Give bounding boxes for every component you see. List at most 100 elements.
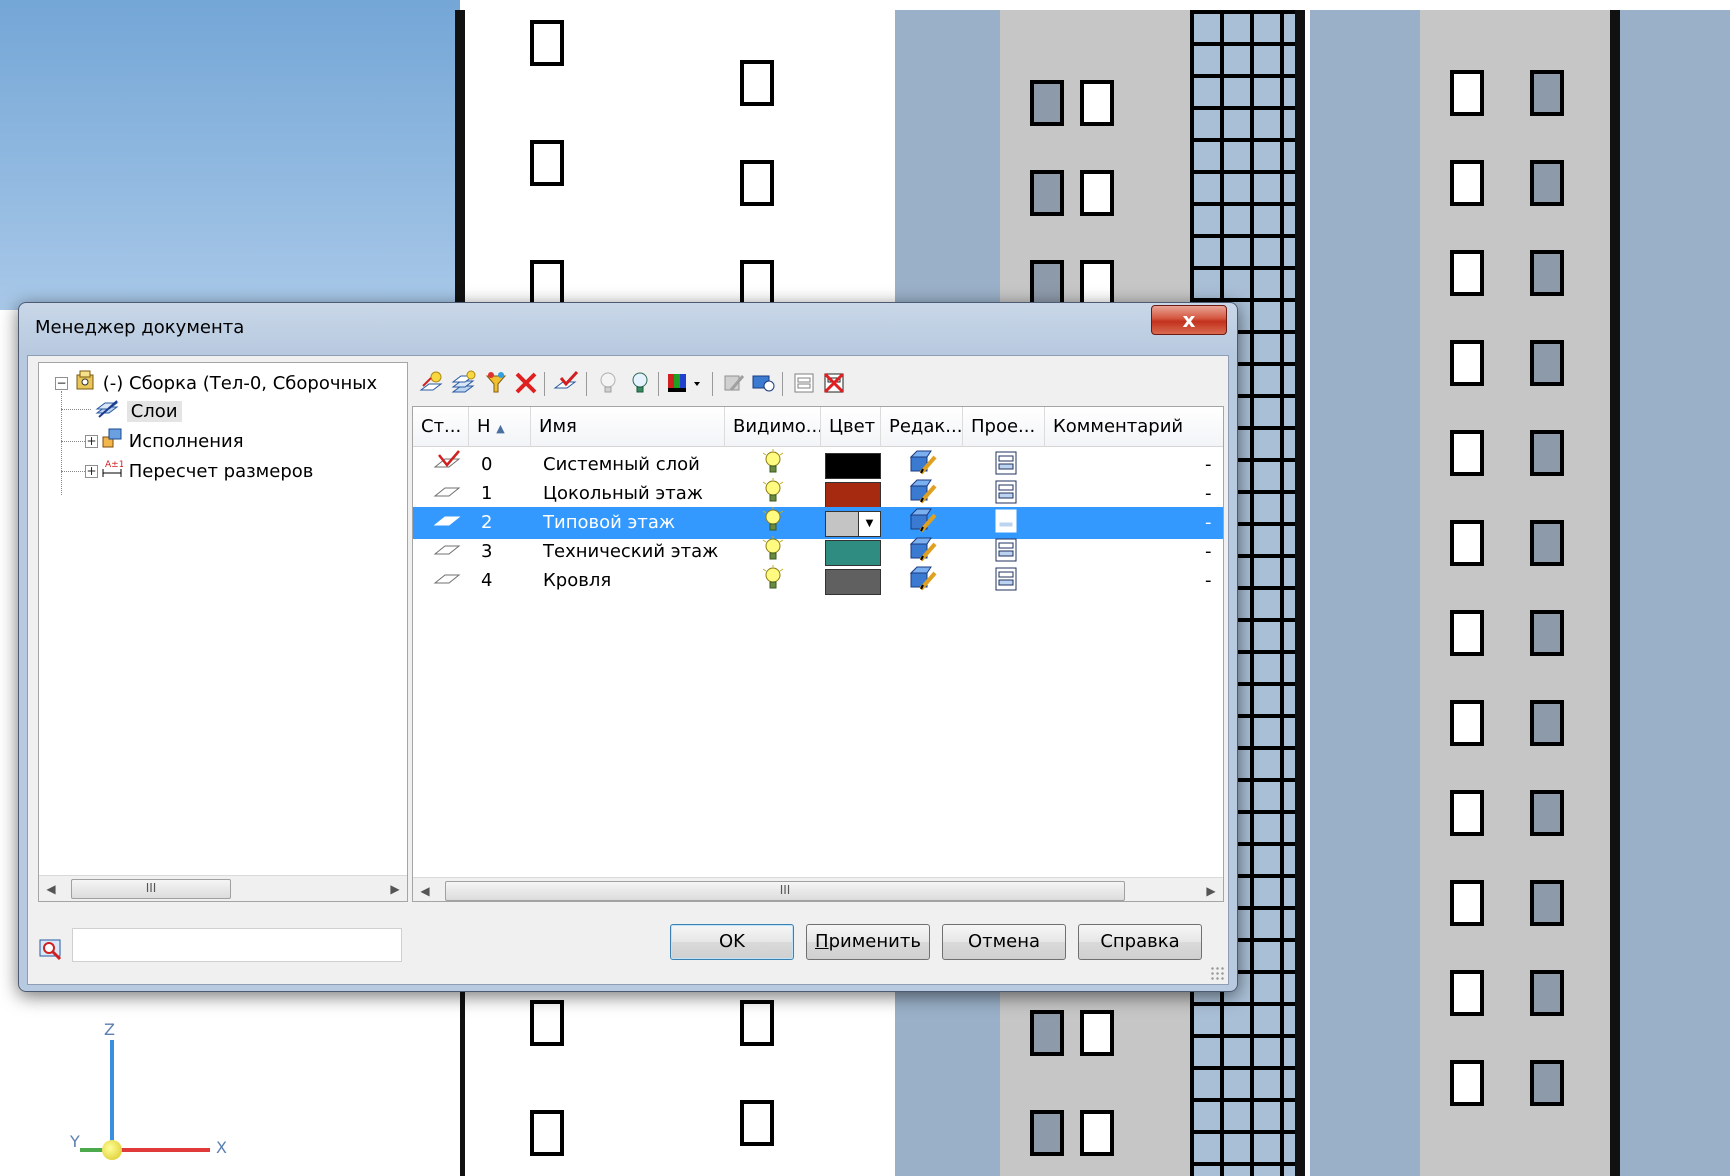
editable-icon[interactable] [909,478,937,510]
printable-icon[interactable] [993,507,1019,539]
new-layers-button[interactable] [450,370,478,398]
cancel-button[interactable]: Отмена [942,924,1066,960]
layer-name[interactable]: Системный слой [543,449,700,481]
scroll-left-icon[interactable]: ◀ [413,878,437,901]
executions-icon [101,427,123,457]
table-row[interactable]: 0 Системный слой - [413,449,1223,481]
col-name[interactable]: Имя [531,407,725,447]
set-current-icon [553,370,579,389]
filter-icon [485,372,507,393]
color-dropdown-button[interactable] [666,370,706,398]
tree-hscrollbar[interactable]: ◀ III ▶ [39,875,407,901]
hide-layer-button[interactable] [594,370,622,398]
layer-color-swatch[interactable] [825,540,881,566]
scroll-right-icon[interactable]: ▶ [383,876,407,901]
layers-table[interactable]: Ст... Н ▲ Имя Видимо... Цвет Редак... Пр… [412,406,1224,902]
layer-color-swatch[interactable] [825,482,881,508]
filter-button[interactable] [482,370,510,398]
printable-icon[interactable] [993,449,1019,481]
visibility-bulb-icon[interactable] [761,478,785,510]
col-status[interactable]: Ст... [413,407,469,447]
layer-status-icon[interactable] [433,536,463,568]
table-row[interactable]: 4 Кровля - [413,565,1223,597]
tree-expand-toggle[interactable]: + [85,465,98,478]
set-current-layer-button[interactable] [552,370,580,398]
tree-root[interactable]: (-) Сборка (Тел-0, Сборочных [75,369,377,395]
scroll-right-icon[interactable]: ▶ [1199,878,1223,901]
visibility-bulb-icon[interactable] [761,565,785,597]
document-tree[interactable]: − (-) Сборка (Тел-0, Сборочных Слои + Ис… [38,362,408,902]
scroll-thumb[interactable]: III [445,881,1125,901]
visibility-bulb-icon[interactable] [761,536,785,568]
print-on-button[interactable] [790,370,818,398]
tree-collapse-toggle[interactable]: − [55,377,68,390]
tree-item-layers[interactable]: Слои [93,397,182,423]
close-button[interactable]: x [1151,305,1227,335]
printable-icon[interactable] [993,536,1019,568]
building-edge [1295,10,1305,1176]
col-printable[interactable]: Прое... [963,407,1045,447]
layers-panel: Ст... Н ▲ Имя Видимо... Цвет Редак... Пр… [412,362,1224,902]
visibility-bulb-icon[interactable] [761,507,785,539]
layer-number: 4 [481,570,493,591]
col-number[interactable]: Н ▲ [469,407,531,447]
layer-status-icon[interactable] [433,478,463,510]
edit-on-icon [752,375,775,392]
scroll-left-icon[interactable]: ◀ [39,876,63,901]
building-wing-glass [1310,10,1430,1176]
col-visibility[interactable]: Видимо... [725,407,821,447]
close-icon: x [1182,308,1196,332]
edit-on-button[interactable] [750,370,778,398]
new-layer-button[interactable] [418,370,446,398]
table-row[interactable]: 1 Цокольный этаж - [413,478,1223,510]
tree-item-label: Пересчет размеров [128,461,314,482]
show-layer-button[interactable] [626,370,654,398]
layer-status-icon[interactable] [433,565,463,597]
layer-color-swatch[interactable] [825,453,881,479]
search-input[interactable] [72,928,402,962]
new-layer-icon [419,371,443,391]
resize-grip-icon[interactable] [1210,966,1224,980]
chevron-down-icon[interactable]: ▼ [858,512,880,536]
dialog-titlebar[interactable]: Менеджер документа x [19,303,1237,351]
layer-comment: - [1205,454,1212,475]
tree-expand-toggle[interactable]: + [85,435,98,448]
color-dropdown[interactable]: ▼ [825,511,881,537]
table-row[interactable]: 3 Технический этаж - [413,536,1223,568]
visibility-bulb-icon[interactable] [761,449,785,481]
col-color[interactable]: Цвет [821,407,881,447]
editable-icon[interactable] [909,536,937,568]
editable-icon[interactable] [909,449,937,481]
editable-icon[interactable] [909,565,937,597]
delete-layer-button[interactable] [512,370,540,398]
layer-color-swatch[interactable] [825,569,881,595]
tree-item-label: Слои [126,401,182,422]
table-hscrollbar[interactable]: ◀ III ▶ [413,877,1223,901]
help-button[interactable]: Справка [1078,924,1202,960]
axis-origin-icon [102,1140,122,1160]
printable-icon[interactable] [993,478,1019,510]
printable-icon[interactable] [993,565,1019,597]
layer-name[interactable]: Цокольный этаж [543,478,703,510]
edit-off-button[interactable] [720,370,748,398]
editable-icon[interactable] [909,507,937,539]
layer-name[interactable]: Кровля [543,565,611,597]
table-row[interactable]: 2 Типовой этаж ▼ - [413,507,1223,539]
col-editable[interactable]: Редак... [881,407,963,447]
ok-button[interactable]: OK [670,924,794,960]
layer-number: 3 [481,541,493,562]
layer-name[interactable]: Типовой этаж [543,507,675,539]
svg-text:A±1: A±1 [105,460,123,470]
scroll-thumb[interactable]: III [71,879,231,899]
col-comment[interactable]: Комментарий [1045,407,1223,447]
apply-mnemonic: П [815,931,829,952]
search-icon[interactable] [38,936,64,962]
print-off-button[interactable] [820,370,848,398]
tree-item-executions[interactable]: Исполнения [101,427,244,453]
layer-status-icon[interactable] [433,449,463,481]
apply-button[interactable]: Применить [806,924,930,960]
layer-name[interactable]: Технический этаж [543,536,718,568]
tree-item-dimension-recalc[interactable]: A±1 Пересчет размеров [101,457,313,483]
layer-status-icon[interactable] [433,507,463,539]
layer-number: 2 [481,512,493,533]
